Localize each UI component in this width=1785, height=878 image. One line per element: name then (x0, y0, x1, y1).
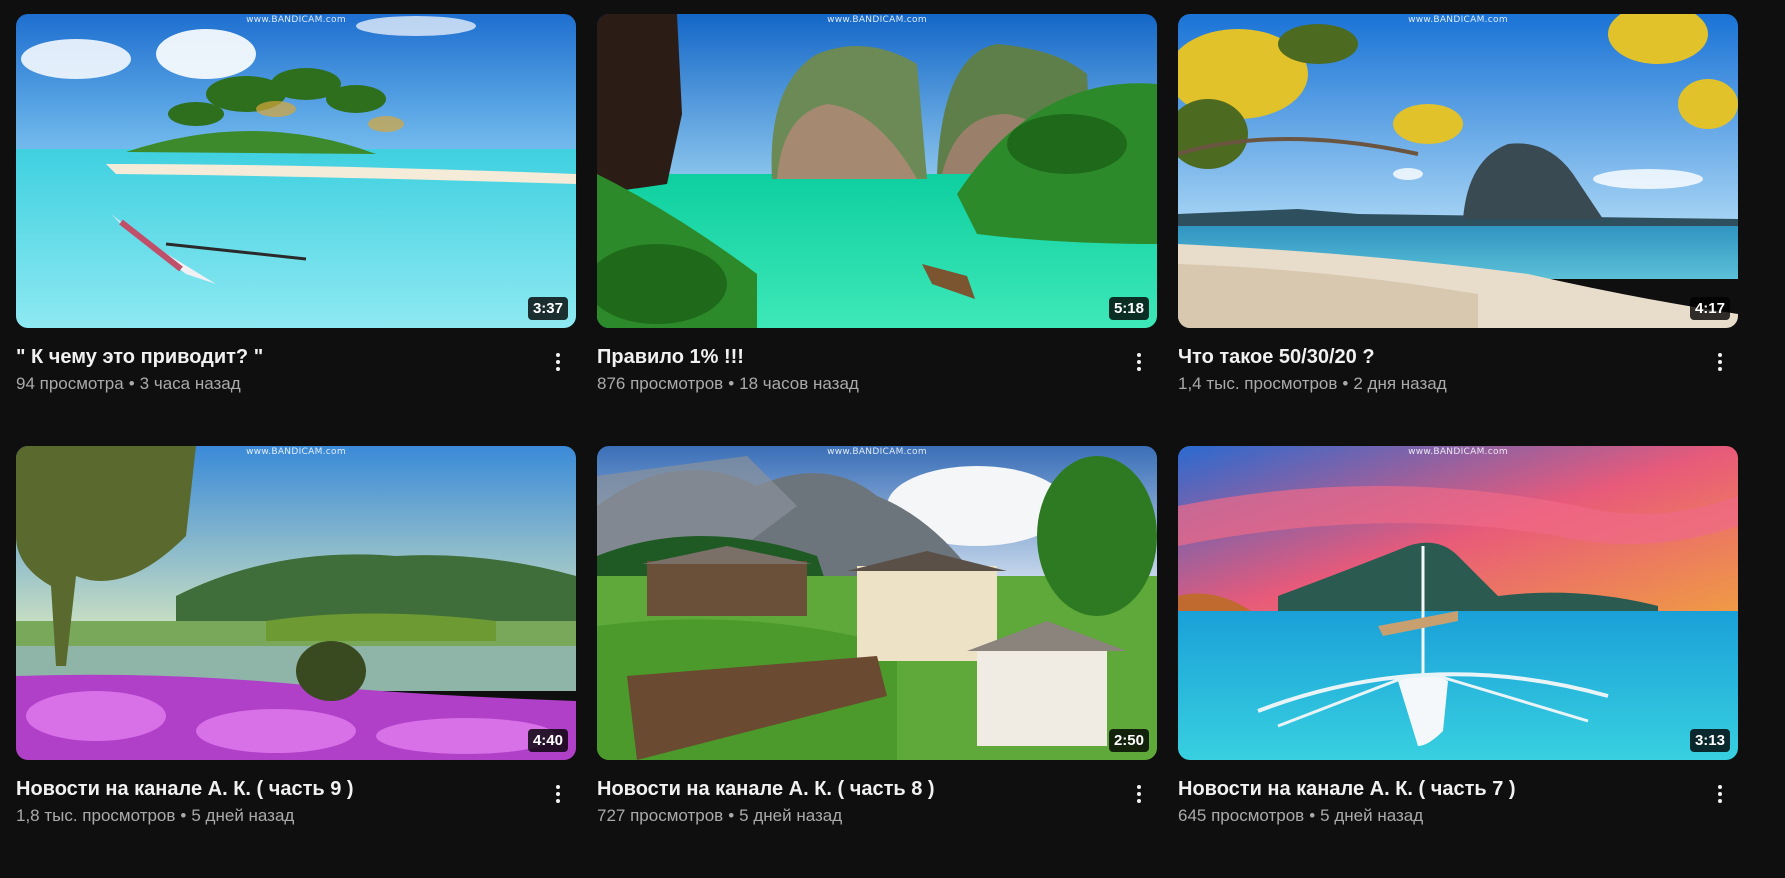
view-count: 94 просмотра (16, 374, 124, 393)
video-stats: 1,8 тыс. просмотров • 5 дней назад (16, 806, 295, 825)
upload-age: 2 дня назад (1353, 374, 1447, 393)
video-card[interactable]: www.BANDICAM.com 5:18 Правило 1% !!! 876… (597, 14, 1157, 446)
watermark: www.BANDICAM.com (827, 15, 927, 25)
watermark: www.BANDICAM.com (827, 447, 927, 457)
video-card[interactable]: www.BANDICAM.com 4:17 Что такое 50/30/20… (1178, 14, 1738, 446)
more-vert-icon[interactable] (1127, 780, 1151, 808)
upload-age: 18 часов назад (739, 374, 859, 393)
video-card[interactable]: www.BANDICAM.com 3:37 " К чему это приво… (16, 14, 576, 446)
watermark: www.BANDICAM.com (246, 15, 346, 25)
more-vert-icon[interactable] (546, 348, 570, 376)
upload-age: 5 дней назад (739, 806, 843, 825)
video-meta: Новости на канале А. К. ( часть 7 ) 645 … (1178, 760, 1738, 828)
video-title[interactable]: Правило 1% !!! (597, 344, 1157, 370)
upload-age: 5 дней назад (1320, 806, 1424, 825)
duration-badge: 2:50 (1108, 729, 1149, 752)
video-meta: " К чему это приводит? " 94 просмотра • 3 … (16, 328, 576, 396)
video-title[interactable]: " К чему это приводит? " (16, 344, 576, 370)
video-thumbnail[interactable]: www.BANDICAM.com 2:50 (597, 446, 1157, 760)
view-count: 1,8 тыс. просмотров (16, 806, 176, 825)
watermark: www.BANDICAM.com (1408, 447, 1508, 457)
video-thumbnail[interactable]: www.BANDICAM.com 3:13 (1178, 446, 1738, 760)
duration-badge: 4:17 (1689, 297, 1730, 320)
more-vert-icon[interactable] (1708, 348, 1732, 376)
view-count: 1,4 тыс. просмотров (1178, 374, 1338, 393)
video-thumbnail[interactable]: www.BANDICAM.com 5:18 (597, 14, 1157, 328)
video-card[interactable]: www.BANDICAM.com 2:50 Новости на канале … (597, 446, 1157, 878)
view-count: 645 просмотров (1178, 806, 1305, 825)
video-card[interactable]: www.BANDICAM.com 3:13 Новости на канале … (1178, 446, 1738, 878)
video-title[interactable]: Что такое 50/30/20 ? (1178, 344, 1738, 370)
video-title[interactable]: Новости на канале А. К. ( часть 9 ) (16, 776, 576, 802)
upload-age: 3 часа назад (139, 374, 241, 393)
more-vert-icon[interactable] (546, 780, 570, 808)
video-thumbnail[interactable]: www.BANDICAM.com 4:40 (16, 446, 576, 760)
watermark: www.BANDICAM.com (1408, 15, 1508, 25)
duration-badge: 5:18 (1108, 297, 1149, 320)
video-stats: 876 просмотров • 18 часов назад (597, 374, 859, 393)
duration-badge: 3:37 (527, 297, 568, 320)
video-title[interactable]: Новости на канале А. К. ( часть 7 ) (1178, 776, 1738, 802)
video-meta: Новости на канале А. К. ( часть 8 ) 727 … (597, 760, 1157, 828)
view-count: 876 просмотров (597, 374, 724, 393)
video-card[interactable]: www.BANDICAM.com 4:40 Новости на канале … (16, 446, 576, 878)
video-stats: 94 просмотра • 3 часа назад (16, 374, 241, 393)
watermark: www.BANDICAM.com (246, 447, 346, 457)
more-vert-icon[interactable] (1708, 780, 1732, 808)
video-thumbnail[interactable]: www.BANDICAM.com 3:37 (16, 14, 576, 328)
more-vert-icon[interactable] (1127, 348, 1151, 376)
video-stats: 727 просмотров • 5 дней назад (597, 806, 843, 825)
video-title[interactable]: Новости на канале А. К. ( часть 8 ) (597, 776, 1157, 802)
duration-badge: 3:13 (1689, 729, 1730, 752)
video-thumbnail[interactable]: www.BANDICAM.com 4:17 (1178, 14, 1738, 328)
view-count: 727 просмотров (597, 806, 724, 825)
video-grid: www.BANDICAM.com 3:37 " К чему это приво… (16, 14, 1738, 878)
video-stats: 1,4 тыс. просмотров • 2 дня назад (1178, 374, 1447, 393)
duration-badge: 4:40 (527, 729, 568, 752)
video-meta: Правило 1% !!! 876 просмотров • 18 часов н… (597, 328, 1157, 396)
video-stats: 645 просмотров • 5 дней назад (1178, 806, 1424, 825)
upload-age: 5 дней назад (191, 806, 295, 825)
video-meta: Что такое 50/30/20 ? 1,4 тыс. просмотров… (1178, 328, 1738, 396)
video-meta: Новости на канале А. К. ( часть 9 ) 1,8 … (16, 760, 576, 828)
